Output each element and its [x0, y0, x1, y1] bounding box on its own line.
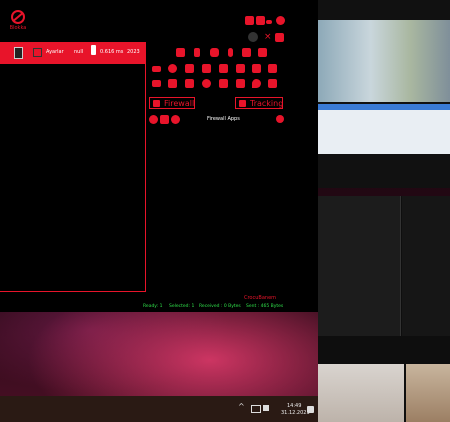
- footer-selected: Selected: 1: [169, 304, 195, 309]
- menu-icon[interactable]: [245, 16, 254, 25]
- copy-icon[interactable]: [242, 48, 251, 57]
- notification-icon[interactable]: [307, 406, 314, 413]
- location-icon[interactable]: [252, 79, 261, 88]
- microphone-icon[interactable]: [228, 48, 233, 57]
- firewall-button-label: Firewall: [164, 99, 195, 108]
- tracking-button[interactable]: Tracking: [235, 97, 283, 109]
- refresh-icon[interactable]: [149, 115, 158, 124]
- monitor-icon[interactable]: [251, 405, 261, 413]
- download-icon[interactable]: [268, 79, 277, 88]
- footer-sent: Sent : 465 Bytes: [246, 304, 284, 309]
- taskbar-date[interactable]: 31.12.2023: [281, 410, 310, 416]
- chat-icon[interactable]: [219, 64, 228, 73]
- camera-preview-left: [318, 364, 404, 422]
- table-area: [318, 110, 450, 154]
- folder-icon[interactable]: [275, 33, 284, 42]
- close-button[interactable]: [276, 16, 285, 25]
- close-icon[interactable]: ×: [264, 32, 272, 42]
- fire-icon: [153, 100, 160, 107]
- settings-panel: [318, 196, 401, 336]
- tracking-button-label: Tracking: [250, 99, 284, 108]
- car-icon: [239, 100, 246, 107]
- gear-icon[interactable]: [33, 48, 42, 57]
- cloud-icon[interactable]: [185, 79, 194, 88]
- app-logo: Blokka: [5, 10, 31, 31]
- wifi-icon[interactable]: [185, 64, 194, 73]
- browser-window-thumbnail[interactable]: [318, 0, 450, 188]
- share-icon[interactable]: [219, 79, 228, 88]
- log-panel[interactable]: [0, 64, 146, 292]
- folder-icon[interactable]: [176, 48, 185, 57]
- logo-icon: [11, 10, 25, 24]
- avatar-icon[interactable]: [248, 32, 258, 42]
- taskbar-time[interactable]: 14:49: [287, 403, 301, 409]
- globe-icon[interactable]: [168, 64, 177, 73]
- edit-icon[interactable]: [160, 115, 169, 124]
- taskbar: ^ 14:49 31.12.2023: [0, 396, 318, 422]
- chat-bubbles-icon[interactable]: [236, 64, 245, 73]
- app-icon: [14, 47, 23, 59]
- app-brand: Blokka: [9, 25, 27, 31]
- shield-icon[interactable]: [202, 79, 211, 88]
- author-label: CrocuBanem: [244, 295, 277, 301]
- status-latency: 0.616 ms: [100, 49, 124, 55]
- status-mode: null: [74, 49, 84, 55]
- camera-icon[interactable]: [210, 48, 219, 57]
- book-icon[interactable]: [168, 79, 177, 88]
- cancel-icon[interactable]: [171, 115, 180, 124]
- link-icon[interactable]: [202, 64, 211, 73]
- battery-icon: [91, 45, 96, 55]
- mail-icon[interactable]: [152, 80, 161, 87]
- minimize-button[interactable]: [266, 20, 272, 24]
- grid-icon[interactable]: [258, 48, 267, 57]
- close-panel-icon[interactable]: [276, 115, 284, 123]
- phone-icon[interactable]: [194, 48, 200, 57]
- thumbs-up-icon[interactable]: [256, 16, 265, 25]
- camera-preview-right: [406, 364, 450, 422]
- properties-panel: [402, 196, 450, 336]
- status-name: Ayarlar: [46, 49, 64, 55]
- panel-title: Firewall Apps: [207, 116, 240, 122]
- trash-icon[interactable]: [236, 79, 245, 88]
- photo-gallery-image: [318, 20, 450, 102]
- keyboard-icon[interactable]: [152, 66, 161, 72]
- phone-call-icon[interactable]: [252, 64, 261, 73]
- volume-icon[interactable]: [263, 405, 269, 411]
- editor-window-thumbnail[interactable]: [318, 196, 450, 422]
- android-icon[interactable]: [268, 64, 277, 73]
- app-window: Blokka × Ayarlar null 0.616 ms 2023 Fire…: [0, 0, 318, 312]
- footer-ready: Ready: 1: [143, 304, 163, 309]
- footer-received: Received : 0 Bytes: [199, 304, 241, 309]
- status-year: 2023: [127, 49, 140, 55]
- firewall-button[interactable]: Firewall: [149, 97, 195, 109]
- show-hidden-icons-button[interactable]: ^: [238, 402, 245, 411]
